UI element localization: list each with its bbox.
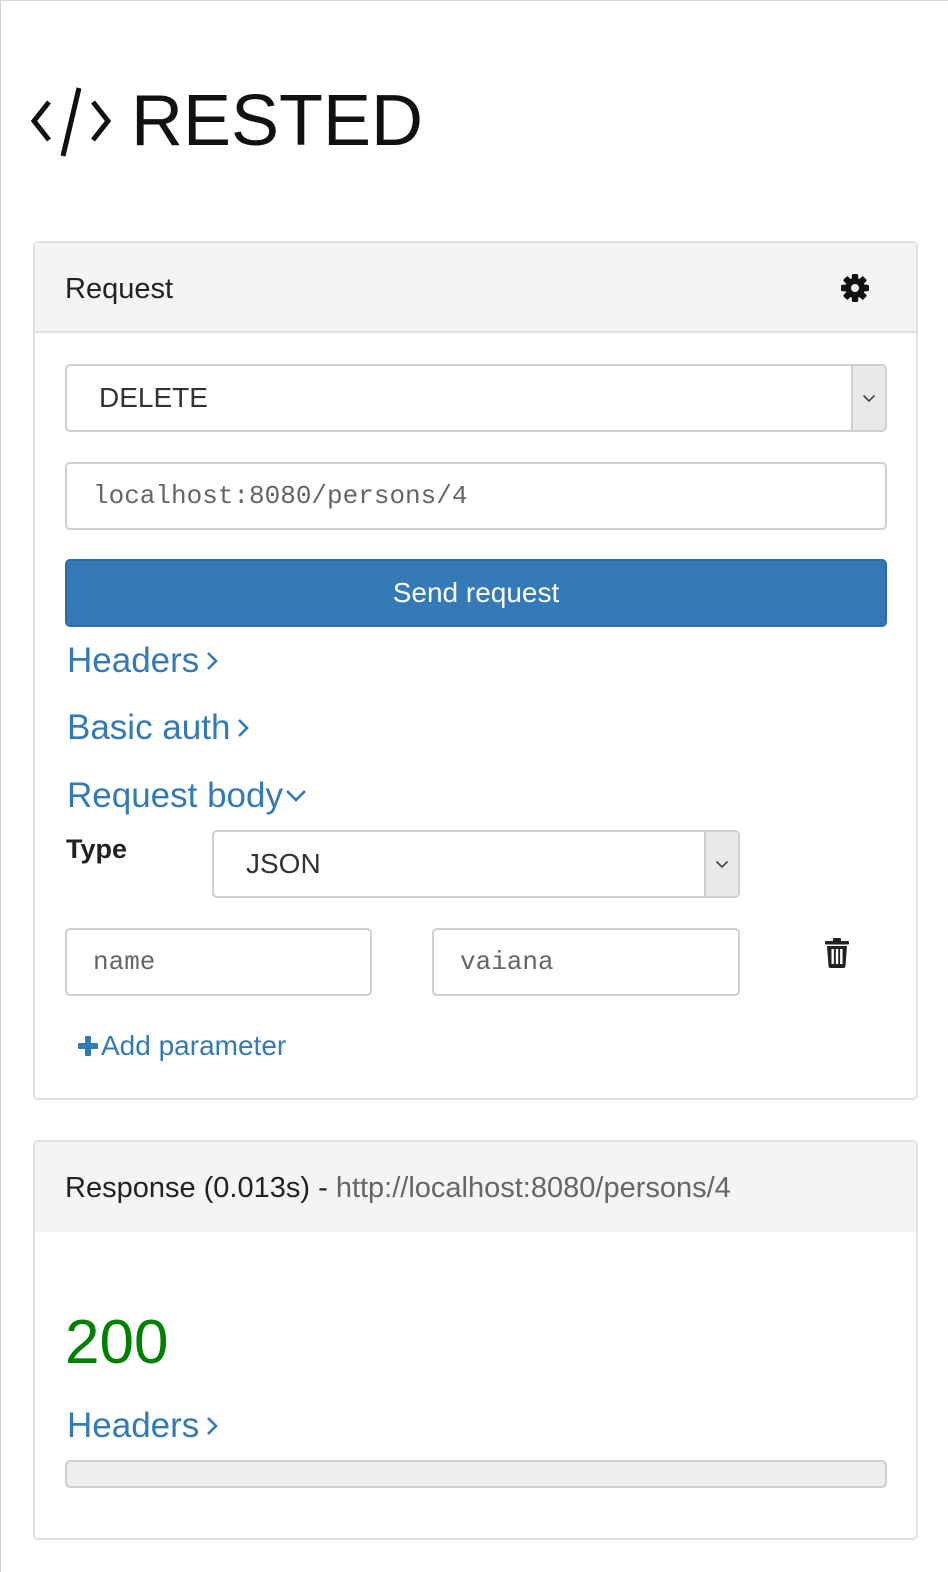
url-value: localhost:8080/persons/4: [93, 481, 468, 511]
response-panel: Response (0.013s) - http://localhost:808…: [33, 1140, 918, 1540]
response-body-area: [65, 1460, 887, 1488]
param-name-value: name: [93, 947, 156, 977]
plus-icon: [78, 1036, 98, 1056]
trash-icon[interactable]: [824, 938, 850, 968]
app-header: RESTED: [31, 81, 423, 161]
chevron-down-icon[interactable]: [851, 366, 885, 430]
param-name-input[interactable]: name: [65, 928, 372, 996]
app-title: RESTED: [131, 81, 424, 161]
response-heading: Response (0.013s) - http://localhost:808…: [65, 1172, 731, 1205]
body-type-value: JSON: [246, 848, 321, 879]
chevron-right-icon: [207, 1417, 219, 1435]
headers-label: Headers: [67, 641, 200, 680]
basic-auth-label: Basic auth: [67, 708, 231, 747]
response-headers-label: Headers: [67, 1406, 200, 1445]
param-value-value: vaiana: [460, 947, 554, 977]
chevron-down-icon[interactable]: [704, 832, 738, 896]
request-panel: Request DELETE localhost:8080/persons/4 …: [33, 241, 918, 1100]
body-type-select[interactable]: JSON: [212, 830, 740, 898]
request-panel-heading: Request: [35, 243, 916, 333]
body-type-label: Type: [66, 834, 128, 864]
method-select[interactable]: DELETE: [65, 364, 887, 432]
chevron-right-icon: [207, 652, 219, 670]
response-panel-heading: Response (0.013s) - http://localhost:808…: [35, 1142, 916, 1232]
chevron-down-icon: [286, 790, 306, 802]
request-heading: Request: [65, 273, 174, 305]
request-body-toggle[interactable]: Request body: [67, 776, 307, 816]
send-request-button[interactable]: Send request: [65, 559, 887, 627]
response-url: http://localhost:8080/persons/4: [335, 1172, 731, 1204]
basic-auth-toggle[interactable]: Basic auth: [67, 708, 250, 748]
chevron-right-icon: [238, 719, 250, 737]
response-headers-toggle[interactable]: Headers: [67, 1406, 219, 1446]
add-parameter-label: Add parameter: [101, 1030, 287, 1061]
status-code: 200: [65, 1308, 169, 1377]
url-input[interactable]: localhost:8080/persons/4: [65, 462, 887, 530]
response-heading-prefix: Response (0.013s) -: [65, 1172, 336, 1204]
method-value: DELETE: [99, 382, 208, 413]
request-body-label: Request body: [67, 776, 283, 815]
headers-toggle[interactable]: Headers: [67, 641, 219, 681]
gear-icon[interactable]: [840, 273, 870, 303]
code-brackets-icon: [31, 87, 112, 157]
param-value-input[interactable]: vaiana: [432, 928, 740, 996]
add-parameter-button[interactable]: Add parameter: [77, 1030, 286, 1062]
